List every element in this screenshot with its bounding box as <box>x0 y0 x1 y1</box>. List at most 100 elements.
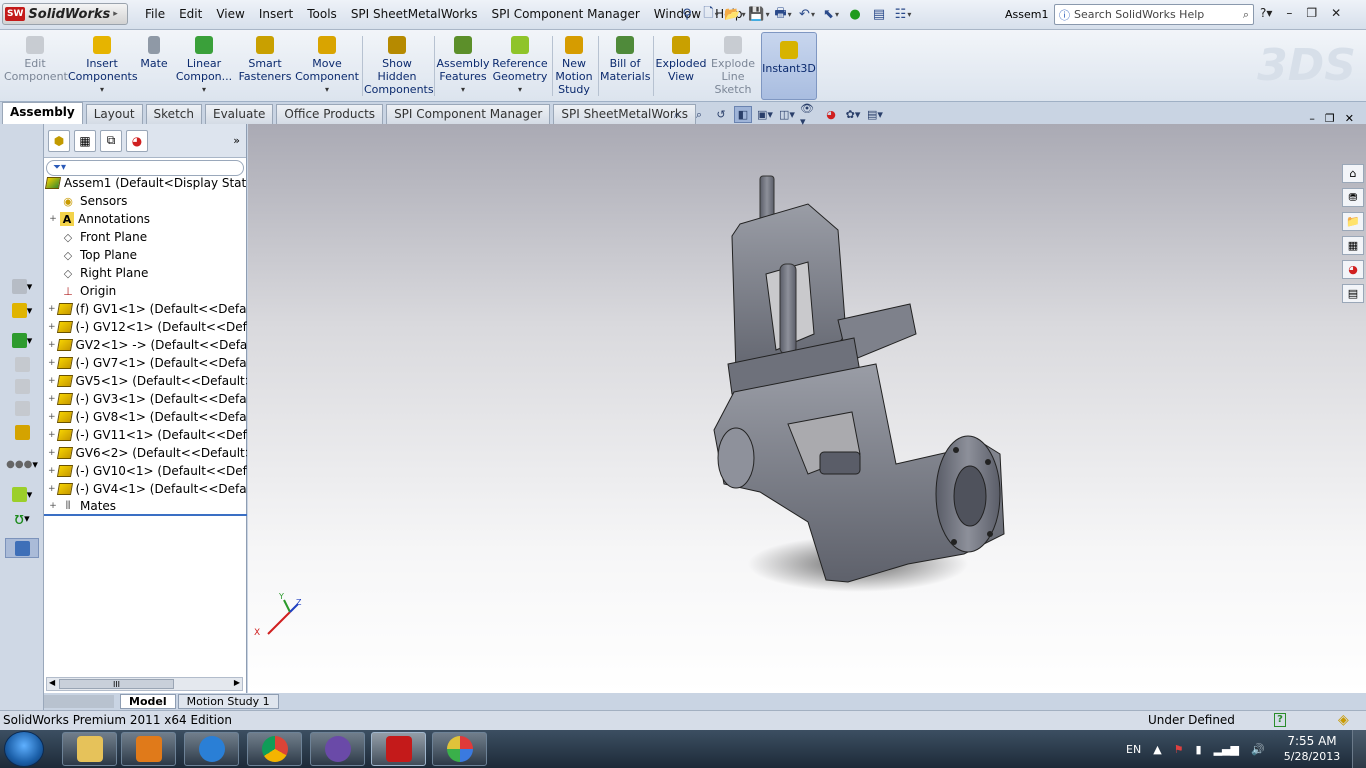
tree-item[interactable]: ◉ Sensors <box>44 192 247 210</box>
tree-item[interactable]: + (-) GV11<1> (Default<<Defaul <box>44 426 247 444</box>
file-explorer-icon[interactable]: 📁 <box>1342 212 1364 231</box>
tree-item[interactable]: + (-) GV10<1> (Default<<Defaul <box>44 462 247 480</box>
tab-layout[interactable]: Layout <box>85 104 143 124</box>
taskbar-solidworks[interactable] <box>371 732 426 766</box>
menu-view[interactable]: View <box>209 7 251 21</box>
exploded-view-button[interactable]: Exploded View <box>655 34 707 100</box>
dropdown-arrow-icon[interactable]: ▾ <box>436 83 490 96</box>
tree-item[interactable]: + A Annotations <box>44 210 247 228</box>
undo-icon[interactable]: ↶ ▾ <box>796 4 818 25</box>
taskbar-internet-explorer[interactable] <box>184 732 239 766</box>
appearances-icon[interactable]: ◕ <box>1342 260 1364 279</box>
select-pointer-icon[interactable]: ⬉ ▾ <box>820 4 842 25</box>
expand-plus-icon[interactable]: + <box>48 304 56 314</box>
volume-icon[interactable]: 🔊 <box>1251 743 1265 756</box>
edit-appearance-icon[interactable]: ◕ <box>822 106 840 123</box>
solidworks-logo[interactable]: SW SolidWorks ▸ <box>2 3 128 25</box>
tree-item[interactable]: + (-) GV4<1> (Default<<Default> <box>44 480 247 498</box>
tab-office-products[interactable]: Office Products <box>276 104 384 124</box>
show-hidden-components-button[interactable]: Show Hidden Components <box>364 34 434 100</box>
left-tool-7[interactable] <box>5 422 39 442</box>
left-tool-6[interactable] <box>5 398 39 418</box>
tab-model[interactable]: Model <box>120 694 176 709</box>
tree-item[interactable]: + (-) GV3<1> (Default<<Default> <box>44 390 247 408</box>
show-hidden-icons-icon[interactable]: ▲ <box>1153 743 1161 756</box>
expand-plus-icon[interactable]: + <box>48 376 56 386</box>
display-manager-tab-icon[interactable]: ◕ <box>126 129 148 152</box>
dropdown-arrow-icon[interactable]: ▾ <box>68 83 136 96</box>
help-icon[interactable]: ?▾ <box>1260 6 1272 20</box>
magnifier-icon[interactable]: ⌕ <box>1243 8 1249 22</box>
smart-fasteners-button[interactable]: Smart Fasteners <box>238 34 292 100</box>
design-library-icon[interactable]: ⛃ <box>1342 188 1364 207</box>
property-manager-tab-icon[interactable]: ▦ <box>74 129 96 152</box>
zoom-to-area-icon[interactable]: ⌕ <box>690 106 708 123</box>
dropdown-arrow-icon[interactable]: ▾ <box>492 83 548 96</box>
left-tool-2[interactable]: ▾ <box>5 300 39 320</box>
tree-item[interactable]: ◇ Top Plane <box>44 246 247 264</box>
tree-item[interactable]: ◇ Front Plane <box>44 228 247 246</box>
dropdown-arrow-icon[interactable]: ▾ <box>294 83 360 96</box>
print-icon[interactable]: 🖶 ▾ <box>772 4 794 25</box>
left-tool-instant3d[interactable] <box>5 538 39 558</box>
reference-geometry-button[interactable]: Reference Geometry ▾ <box>492 34 548 100</box>
move-component-button[interactable]: Move Component ▾ <box>294 34 360 100</box>
zoom-to-fit-icon[interactable]: ⌕ <box>668 106 686 123</box>
left-tool-9[interactable]: ▾ <box>5 484 39 504</box>
taskbar-chrome[interactable] <box>247 732 302 766</box>
tree-item[interactable]: + (-) GV7<1> (Default<<Default> <box>44 354 247 372</box>
left-tool-4[interactable] <box>5 354 39 374</box>
tab-evaluate[interactable]: Evaluate <box>204 104 274 124</box>
taskbar-media-player[interactable] <box>121 732 176 766</box>
tree-item[interactable]: + ⫴ Mates <box>44 498 247 516</box>
taskbar-bittorrent[interactable] <box>310 732 365 766</box>
left-tool-3[interactable]: ▾ <box>5 330 39 350</box>
rebuild-traffic-light-icon[interactable]: ● <box>844 4 866 25</box>
view-settings-icon[interactable]: ▤▾ <box>866 106 884 123</box>
configuration-manager-tab-icon[interactable]: ⧉ <box>100 129 122 152</box>
previous-view-icon[interactable]: ↺ <box>712 106 730 123</box>
tree-item[interactable]: + GV6<2> (Default<<Default>_D <box>44 444 247 462</box>
save-icon[interactable]: 💾 ▾ <box>748 4 770 25</box>
expand-plus-icon[interactable]: + <box>48 430 56 440</box>
open-folder-icon[interactable]: 📂 ▾ <box>724 4 746 25</box>
expand-plus-icon[interactable]: + <box>48 412 56 422</box>
tree-item[interactable]: + GV5<1> (Default<<Default>_D <box>44 372 247 390</box>
menu-spi-sheetmetalworks[interactable]: SPI SheetMetalWorks <box>344 7 485 21</box>
valve-assembly-model[interactable] <box>248 124 1366 693</box>
view-palette-icon[interactable]: ▦ <box>1342 236 1364 255</box>
new-document-icon[interactable]: 🗋 ▾ <box>700 4 722 25</box>
assembly-features-button[interactable]: Assembly Features ▾ <box>436 34 490 100</box>
hide-show-items-icon[interactable]: 👁▾ <box>800 102 818 128</box>
close-button[interactable]: ✕ <box>1331 6 1341 20</box>
left-tool-1[interactable]: ▾ <box>5 276 39 296</box>
scroll-thumb[interactable]: III <box>59 679 174 689</box>
tree-item[interactable]: + GV2<1> -> (Default<<Default> <box>44 336 247 354</box>
options-icon[interactable]: ☷ ▾ <box>892 4 914 25</box>
new-motion-study-button[interactable]: New Motion Study <box>554 34 594 100</box>
display-style-icon[interactable]: ◫▾ <box>778 106 796 123</box>
mate-button[interactable]: Mate <box>138 34 170 100</box>
tree-item[interactable]: ⊥ Origin <box>44 282 247 300</box>
battery-icon[interactable]: ▮ <box>1196 743 1202 756</box>
menu-tools[interactable]: Tools <box>300 7 344 21</box>
start-button[interactable] <box>4 731 44 767</box>
restore-button[interactable]: ❐ <box>1306 6 1317 20</box>
edit-component-button[interactable]: Edit Component <box>4 34 68 100</box>
dropdown-arrow-icon[interactable]: ▾ <box>172 83 236 96</box>
tab-sketch[interactable]: Sketch <box>145 104 202 124</box>
language-indicator[interactable]: EN <box>1126 743 1141 756</box>
graphics-area[interactable]: ⌕ ⌕ ↺ ◧ ▣▾ ◫▾ 👁▾ ◕ ✿▾ ▤▾ – ❐ ✕ X Y Z ⌂ ⛃… <box>248 102 1366 693</box>
taskbar-explorer[interactable] <box>62 732 117 766</box>
tab-navigation-arrows[interactable] <box>44 695 114 708</box>
linear-component-pattern-button[interactable]: Linear Compon... ▾ <box>172 34 236 100</box>
expand-plus-icon[interactable]: + <box>48 322 56 332</box>
pushpin-icon[interactable]: ⚲ <box>676 4 698 25</box>
section-view-icon[interactable]: ◧ <box>734 106 752 123</box>
system-clock[interactable]: 7:55 AM 5/28/2013 <box>1282 733 1342 765</box>
insert-components-button[interactable]: Insert Components ▾ <box>68 34 138 100</box>
tab-spi-component-manager[interactable]: SPI Component Manager <box>386 104 551 124</box>
action-center-flag-icon[interactable]: ⚑ <box>1174 743 1184 756</box>
expand-panel-icon[interactable]: » <box>233 134 240 147</box>
menu-insert[interactable]: Insert <box>252 7 300 21</box>
